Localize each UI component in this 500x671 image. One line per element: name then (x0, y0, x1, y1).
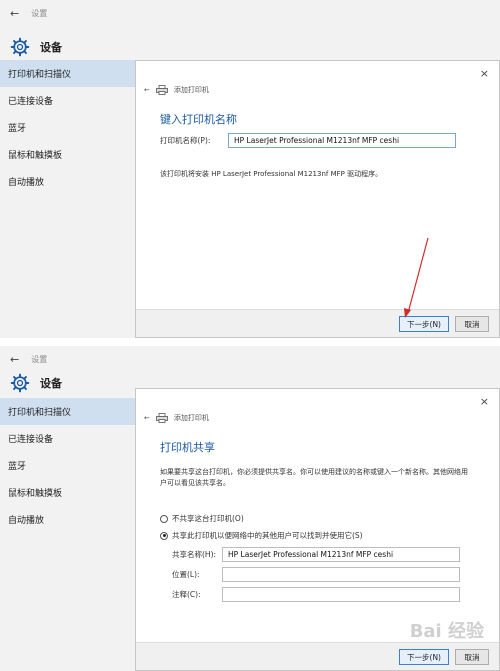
page-title: 设备 (40, 377, 62, 390)
gear-icon (10, 37, 30, 57)
settings-header: 设备 (10, 36, 62, 58)
share-name-row: 共享名称(H): HP LaserJet Professional M1213n… (172, 547, 460, 562)
gear-icon (10, 373, 30, 393)
printer-icon (155, 413, 168, 423)
dialog-nav: ← 添加打印机 (144, 413, 209, 423)
dialog-nav: ← 添加打印机 (144, 85, 209, 95)
close-icon[interactable]: × (480, 395, 489, 408)
screenshot-panel-1: ← 设置 设备 打印机和扫描仪 已连接设备 蓝牙 鼠标和触摸板 自动播放 × ← (0, 0, 500, 338)
option-no-share[interactable]: 不共享这台打印机(O) (160, 513, 244, 524)
comment-row: 注释(C): (172, 587, 460, 602)
title-bar: ← 设置 (10, 5, 47, 21)
sidebar-item-mouse-touchpad[interactable]: 鼠标和触摸板 (0, 141, 135, 168)
sidebar-item-label: 自动播放 (8, 178, 45, 188)
share-name-label: 共享名称(H): (172, 550, 217, 559)
title-bar: ← 设置 (10, 351, 47, 367)
sidebar-item-label: 打印机和扫描仪 (8, 408, 72, 418)
option-share-label: 共享此打印机以便网络中的其他用户可以找到并使用它(S) (172, 531, 363, 540)
sidebar-item-bluetooth[interactable]: 蓝牙 (0, 452, 135, 479)
sidebar-item-bluetooth[interactable]: 蓝牙 (0, 114, 135, 141)
sidebar: 打印机和扫描仪 已连接设备 蓝牙 鼠标和触摸板 自动播放 (0, 398, 135, 533)
radio-share[interactable] (160, 531, 168, 540)
sidebar-item-connected-devices[interactable]: 已连接设备 (0, 87, 135, 114)
dialog-nav-title: 添加打印机 (173, 414, 209, 422)
dialog-heading: 打印机共享 (160, 441, 215, 454)
watermark-logo: Bai 经验 (409, 621, 484, 642)
settings-header: 设备 (10, 372, 62, 394)
driver-note: 该打印机将安装 HP LaserJet Professional M1213nf… (160, 170, 383, 178)
sidebar-item-printers[interactable]: 打印机和扫描仪 (0, 398, 135, 425)
dialog-footer: 下一步(N) 取消 (136, 642, 499, 670)
printer-name-row: 打印机名称(P): HP LaserJet Professional M1213… (160, 133, 456, 148)
dialog-heading: 键入打印机名称 (160, 113, 237, 126)
location-row: 位置(L): (172, 567, 460, 582)
page-title: 设备 (40, 41, 62, 54)
next-button[interactable]: 下一步(N) (399, 316, 449, 332)
comment-input[interactable] (222, 587, 460, 602)
location-input[interactable] (222, 567, 460, 582)
close-icon[interactable]: × (480, 67, 489, 80)
cancel-button[interactable]: 取消 (455, 649, 489, 665)
dialog-footer: 下一步(N) 取消 (136, 309, 499, 337)
printer-name-label: 打印机名称(P): (160, 136, 211, 145)
comment-label: 注释(C): (172, 590, 201, 599)
printer-icon (155, 85, 168, 95)
sidebar-item-label: 蓝牙 (8, 462, 27, 472)
window-title: 设置 (31, 354, 48, 364)
sidebar-item-label: 已连接设备 (8, 97, 54, 107)
sidebar: 打印机和扫描仪 已连接设备 蓝牙 鼠标和触摸板 自动播放 (0, 60, 135, 195)
sidebar-item-mouse-touchpad[interactable]: 鼠标和触摸板 (0, 479, 135, 506)
location-label: 位置(L): (172, 570, 200, 579)
sidebar-item-label: 鼠标和触摸板 (8, 489, 63, 499)
sidebar-item-label: 鼠标和触摸板 (8, 151, 63, 161)
back-arrow-icon[interactable]: ← (10, 7, 19, 20)
sidebar-item-autoplay[interactable]: 自动播放 (0, 168, 135, 195)
sidebar-item-connected-devices[interactable]: 已连接设备 (0, 425, 135, 452)
sidebar-item-label: 自动播放 (8, 516, 45, 526)
window-title: 设置 (31, 8, 48, 18)
option-no-share-label: 不共享这台打印机(O) (172, 514, 244, 523)
option-share[interactable]: 共享此打印机以便网络中的其他用户可以找到并使用它(S) (160, 530, 363, 541)
sidebar-item-label: 蓝牙 (8, 124, 27, 134)
screenshot-panel-2: ← 设置 设备 打印机和扫描仪 已连接设备 蓝牙 鼠标和触摸板 自动播放 × ← (0, 346, 500, 671)
back-arrow-icon[interactable]: ← (144, 414, 150, 422)
next-button[interactable]: 下一步(N) (399, 649, 449, 665)
printer-name-input[interactable]: HP LaserJet Professional M1213nf MFP ces… (228, 133, 456, 148)
back-arrow-icon[interactable]: ← (144, 86, 150, 94)
back-arrow-icon[interactable]: ← (10, 353, 19, 366)
add-printer-dialog: × ← 添加打印机 键入打印机名称 打印机名称(P): HP LaserJet … (135, 60, 500, 338)
dialog-nav-title: 添加打印机 (173, 86, 209, 94)
radio-no-share[interactable] (160, 514, 168, 523)
sidebar-item-label: 已连接设备 (8, 435, 54, 445)
cancel-button[interactable]: 取消 (455, 316, 489, 332)
sidebar-item-printers[interactable]: 打印机和扫描仪 (0, 60, 135, 87)
share-description: 如果要共享这台打印机，你必须提供共享名。你可以使用建议的名称或键入一个新名称。其… (160, 468, 468, 487)
share-name-input[interactable]: HP LaserJet Professional M1213nf MFP ces… (222, 547, 460, 562)
sidebar-item-autoplay[interactable]: 自动播放 (0, 506, 135, 533)
sidebar-item-label: 打印机和扫描仪 (8, 70, 72, 80)
